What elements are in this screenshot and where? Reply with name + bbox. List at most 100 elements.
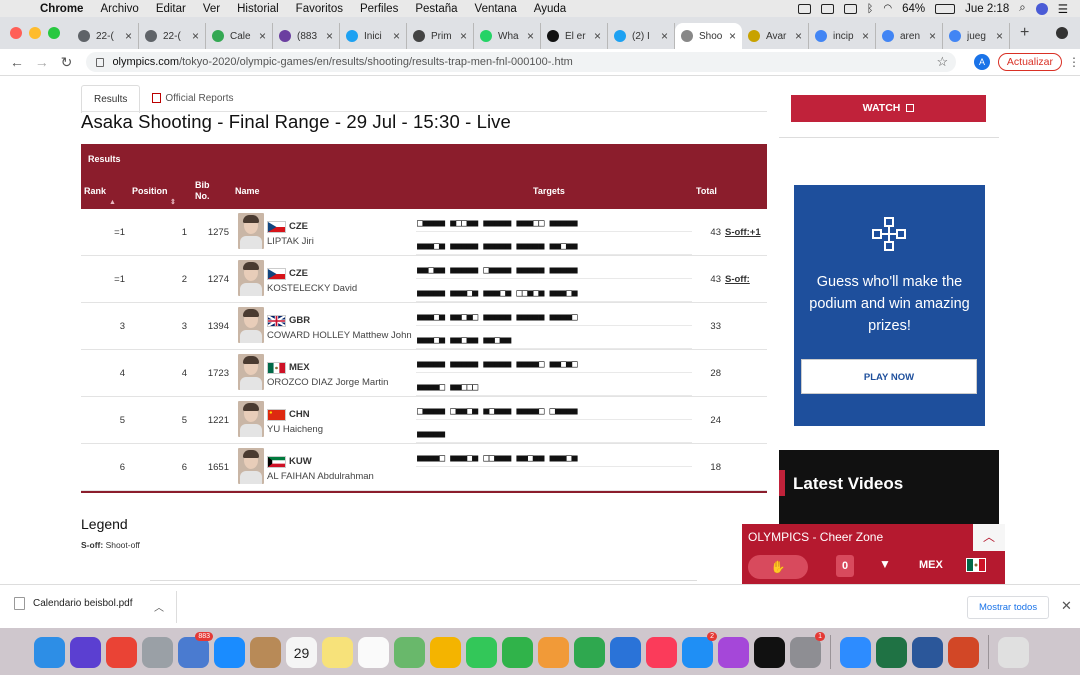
lock-icon[interactable] [96,57,105,67]
close-tab-icon[interactable]: × [259,29,266,43]
tab-results[interactable]: Results [81,85,141,113]
browser-tab[interactable]: (2) I × [608,23,675,49]
excel-icon[interactable] [876,636,907,668]
contacts-icon[interactable] [250,636,281,668]
download-item[interactable]: Calendario beisbol.pdf [14,597,133,610]
header-bib[interactable]: Bib No. [195,180,217,202]
close-tab-icon[interactable]: × [326,29,333,43]
athlete-photo[interactable] [238,448,264,484]
header-rank[interactable]: Rank ▲ [84,186,116,206]
profile-avatar[interactable]: A [974,54,990,70]
minimize-window-button[interactable] [29,27,41,39]
back-icon[interactable]: ← [9,54,25,70]
browser-tab[interactable]: Avar × [742,23,809,49]
finder-icon[interactable] [34,636,65,668]
clock[interactable]: Jue 2:18 [965,3,1009,15]
promo-banner[interactable]: Guess who'll make the podium and win ama… [794,185,985,426]
browser-tab[interactable]: 22-(× [72,23,139,49]
control-center-icon[interactable]: ☰ [1058,2,1068,16]
menu-editar[interactable]: Editar [156,3,186,15]
close-download-bar-icon[interactable]: ✕ [1061,598,1072,614]
screen-status-icon[interactable] [820,3,834,14]
update-button[interactable]: Actualizar [997,53,1063,71]
close-tab-icon[interactable]: × [661,29,668,43]
reload-icon[interactable]: ↻ [59,54,75,71]
url-field[interactable]: olympics.com/tokyo-2020/olympic-games/en… [86,52,957,72]
zoom-window-button[interactable] [48,27,60,39]
tab-search-icon[interactable] [1056,27,1068,39]
browser-tab[interactable]: incip × [809,23,876,49]
photos-icon[interactable] [430,636,461,668]
browser-tab[interactable]: Shoo × [675,23,742,49]
athlete-name[interactable]: KOSTELECKY David [267,283,357,294]
close-tab-icon[interactable]: × [862,29,869,43]
download-options-chevron-icon[interactable]: ︿ [154,599,164,614]
menu-ventana[interactable]: Ventana [475,3,517,15]
launchpad-icon[interactable] [142,636,173,668]
close-window-button[interactable] [10,27,22,39]
facetime-icon[interactable] [502,636,533,668]
watch-button[interactable]: WATCH [791,95,986,122]
bluetooth-icon[interactable]: ᛒ [867,3,874,15]
menu-perfiles[interactable]: Perfiles [360,3,398,15]
browser-tab[interactable]: jueg × [943,23,1010,49]
mail-stamp-icon[interactable]: 883 [178,631,213,668]
zoom-icon[interactable] [840,636,871,668]
athlete-name[interactable]: YU Haicheng [267,424,323,435]
athlete-photo[interactable] [238,354,264,390]
show-all-downloads-button[interactable]: Mostrar todos [967,596,1050,619]
header-name[interactable]: Name [235,186,260,196]
numbers-icon[interactable] [574,636,605,668]
maps-icon[interactable] [394,636,425,668]
menu-pestana[interactable]: Pestaña [415,3,457,15]
word-icon[interactable] [912,636,943,668]
athlete-photo[interactable] [238,260,264,296]
browser-tab[interactable]: Inici × [340,23,407,49]
athlete-photo[interactable] [238,401,264,437]
calendar-icon[interactable]: 29 [286,636,317,668]
podcasts-icon[interactable] [718,636,749,668]
country-dropdown-icon[interactable]: ▼ [879,557,891,571]
siri-icon[interactable] [70,636,101,668]
close-tab-icon[interactable]: × [729,29,736,43]
athlete-name[interactable]: LIPTAK Jiri [267,236,314,247]
battery-percent[interactable]: 64% [902,3,925,15]
notes-icon[interactable] [322,636,353,668]
settings-icon[interactable]: 1 [790,631,825,668]
spotlight-search-icon[interactable]: ⌕ [1019,2,1025,15]
athlete-photo[interactable] [238,307,264,343]
display-status-icon[interactable] [843,3,857,14]
tab-official-reports[interactable]: Official Reports [140,85,246,113]
browser-tab[interactable]: Prim × [407,23,474,49]
new-tab-button[interactable]: + [1020,24,1029,42]
tv-icon[interactable] [754,636,785,668]
menu-ver[interactable]: Ver [203,3,220,15]
keynote-icon[interactable] [610,636,641,668]
athlete-name[interactable]: COWARD HOLLEY Matthew John [267,330,412,341]
close-tab-icon[interactable]: × [393,29,400,43]
athlete-name[interactable]: OROZCO DIAZ Jorge Martin [267,377,388,388]
menu-favoritos[interactable]: Favoritos [296,3,343,15]
play-now-button[interactable]: PLAY NOW [801,359,977,394]
cheer-country[interactable]: MEX [919,559,943,571]
browser-tab[interactable]: Wha × [474,23,541,49]
menu-app-name[interactable]: Chrome [40,3,83,15]
shoot-off-cell[interactable]: S-off:+1 [725,227,761,238]
athlete-name[interactable]: AL FAIHAN Abdulrahman [267,471,374,482]
close-tab-icon[interactable]: × [929,29,936,43]
appstore-icon[interactable]: 2 [682,631,717,668]
powerpoint-icon[interactable] [948,636,979,668]
wifi-icon[interactable]: ◠ [883,3,892,14]
close-tab-icon[interactable]: × [594,29,601,43]
browser-tab[interactable]: Él er × [541,23,608,49]
siri-menu-icon[interactable] [1035,2,1048,15]
pages-icon[interactable] [538,636,569,668]
safari-icon[interactable] [214,636,245,668]
browser-tab[interactable]: aren × [876,23,943,49]
apple-menu-icon[interactable] [14,2,28,16]
close-tab-icon[interactable]: × [527,29,534,43]
reminders-icon[interactable] [358,636,389,668]
camera-status-icon[interactable] [797,3,811,14]
close-tab-icon[interactable]: × [996,29,1003,43]
messages-icon[interactable] [466,636,497,668]
